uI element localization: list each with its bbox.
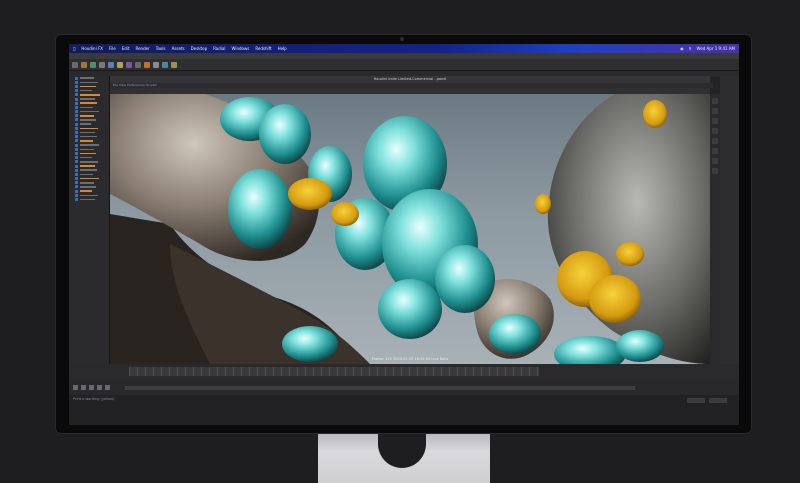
tool-icon[interactable]	[153, 61, 159, 68]
mac-menubar:  Houdini FX File Edit Render Tools Asse…	[69, 44, 739, 53]
menu-help[interactable]: Help	[278, 46, 287, 51]
parameter-panel[interactable]	[720, 76, 739, 395]
menu-tools[interactable]: Tools	[156, 46, 166, 51]
tool-icon[interactable]	[712, 158, 718, 164]
menu-assets[interactable]: Assets	[172, 46, 185, 51]
menu-file[interactable]: File	[109, 46, 116, 51]
tree-row[interactable]	[75, 197, 109, 202]
shelf-toolbar	[69, 59, 739, 71]
menu-windows[interactable]: Windows	[231, 46, 249, 51]
viewport-side-toolbar	[710, 94, 720, 368]
timeline[interactable]	[69, 364, 739, 380]
menu-redshift[interactable]: Redshift	[255, 46, 271, 51]
tool-icon[interactable]	[90, 61, 96, 68]
tool-icon[interactable]	[135, 61, 141, 68]
search-icon[interactable]: ⚲	[689, 46, 692, 51]
playback-controls	[69, 380, 739, 395]
render-viewport[interactable]: Frame: 125 2020-02-25 18:34:04 Live Data	[110, 94, 710, 364]
menu-radial[interactable]: Radial	[213, 46, 225, 51]
tool-icon[interactable]	[99, 61, 105, 68]
tool-icon[interactable]	[712, 148, 718, 154]
menu-desktop[interactable]: Desktop	[191, 46, 208, 51]
screen:  Houdini FX File Edit Render Tools Asse…	[69, 44, 739, 425]
status-button[interactable]	[709, 398, 727, 403]
menu-app[interactable]: Houdini FX	[81, 46, 103, 51]
monitor-bezel:  Houdini FX File Edit Render Tools Asse…	[55, 34, 752, 434]
tool-icon[interactable]	[712, 138, 718, 144]
step-back-icon[interactable]	[81, 385, 86, 390]
skip-back-icon[interactable]	[73, 385, 78, 390]
tool-icon[interactable]	[712, 108, 718, 114]
render-image	[110, 94, 710, 364]
tool-icon[interactable]	[108, 61, 114, 68]
tool-icon[interactable]	[171, 61, 177, 68]
tool-icon[interactable]	[712, 128, 718, 134]
tool-icon[interactable]	[712, 98, 718, 104]
skip-forward-icon[interactable]	[105, 385, 110, 390]
tool-icon[interactable]	[117, 61, 123, 68]
timeline-ticks	[129, 367, 539, 376]
frame-range-slider[interactable]	[125, 385, 635, 390]
tool-icon[interactable]	[144, 61, 150, 68]
menu-edit[interactable]: Edit	[122, 46, 130, 51]
tool-icon[interactable]	[712, 118, 718, 124]
tool-icon[interactable]	[72, 61, 78, 68]
apple-icon[interactable]: 	[73, 46, 75, 51]
wifi-icon[interactable]: ◉	[680, 46, 684, 51]
tool-icon[interactable]	[81, 61, 87, 68]
tool-icon[interactable]	[126, 61, 132, 68]
step-forward-icon[interactable]	[97, 385, 102, 390]
viewport-title: Houdini Indie Limited-Commercial - panel	[110, 76, 710, 83]
menu-render[interactable]: Render	[135, 46, 149, 51]
frame-info-label: Frame: 125 2020-02-25 18:34:04 Live Data	[372, 357, 448, 361]
scene-tree-panel	[69, 76, 110, 395]
status-bar: Print a wanting (yellow)	[69, 395, 739, 425]
tool-icon[interactable]	[162, 61, 168, 68]
play-icon[interactable]	[89, 385, 94, 390]
tool-icon[interactable]	[712, 168, 718, 174]
status-button[interactable]	[687, 398, 705, 403]
status-buttons	[687, 398, 727, 403]
camera-dot	[400, 37, 404, 41]
menubar-clock: Wed Apr 1 9:41 AM	[696, 46, 735, 51]
